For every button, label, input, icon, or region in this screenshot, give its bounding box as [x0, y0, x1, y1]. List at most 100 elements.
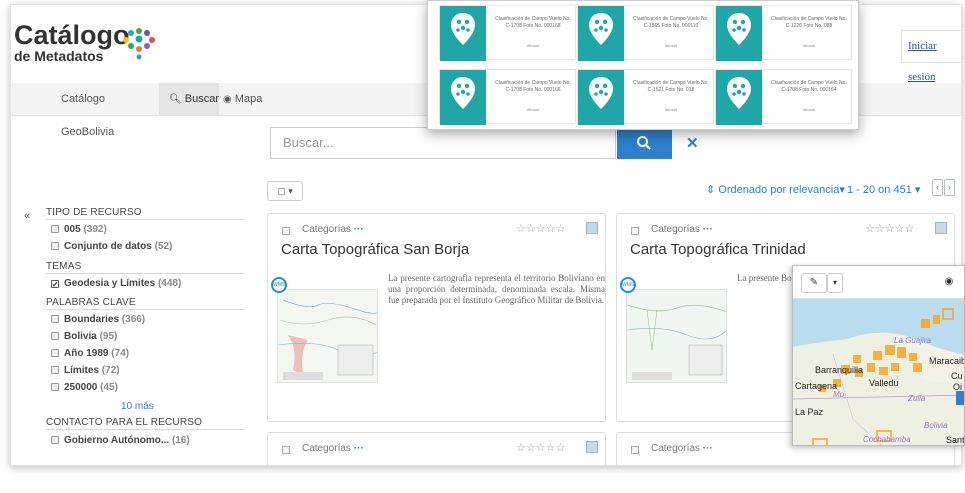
- nav-buscar[interactable]: 🔍︎ Buscar: [159, 83, 219, 116]
- facet-label: Límites: [64, 365, 100, 376]
- map-overlay[interactable]: ✎ ▾ ◉ Barranquilla Cartagena La Guajira …: [792, 265, 965, 446]
- checkbox[interactable]: [51, 366, 59, 374]
- facet-item-gobierno[interactable]: Gobierno Autónomo... (16): [51, 435, 190, 446]
- thumbnail-tile[interactable]: Clasificación de Campo Vuelo No. C-1226 …: [715, 5, 852, 61]
- facet-heading-tipo: TIPO DE RECURSO: [46, 207, 142, 218]
- map-label-maracaibo: Maracaibo: [929, 356, 964, 366]
- tile-label: Almost: [526, 107, 540, 112]
- card-category[interactable]: Categorías ···: [651, 443, 713, 454]
- checkbox[interactable]: [51, 242, 59, 250]
- checkbox[interactable]: [51, 436, 59, 444]
- more-dots-icon[interactable]: ···: [354, 443, 364, 454]
- tile-title: Clasificación de Campo Vuelo No. C-1708 …: [495, 16, 571, 29]
- more-dots-icon[interactable]: ···: [354, 224, 364, 235]
- collapse-sidebar-icon[interactable]: «: [24, 210, 30, 222]
- category-label: Categorías: [302, 224, 351, 235]
- facet-count: (72): [101, 365, 120, 376]
- search-input[interactable]: Buscar...: [270, 127, 616, 159]
- card-category[interactable]: Categorías ···: [651, 224, 713, 235]
- tile-title: Clasificación de Campo Vuelo No. C-1226 …: [771, 16, 847, 29]
- login-link[interactable]: Iniciar sesión: [901, 30, 961, 83]
- card-category[interactable]: Categorías ···: [302, 224, 364, 235]
- facet-item-bolivia[interactable]: Bolivia (95): [51, 331, 117, 342]
- facet-heading-temas: TEMAS: [46, 261, 82, 272]
- map-label-bolivia: Bolivia: [924, 421, 948, 430]
- thumbnail-tile[interactable]: Clasificación de Campo Vuelo No. C-1865 …: [577, 5, 714, 61]
- nav-catalogo[interactable]: Catálogo GeoBolivia: [61, 83, 156, 138]
- card-title[interactable]: Carta Topográfica Trinidad: [630, 241, 806, 258]
- show-more-link[interactable]: 10 más: [121, 401, 154, 412]
- more-dots-icon[interactable]: ···: [703, 224, 713, 235]
- thumbnail-tile[interactable]: Clasificación de Campo Vuelo No. C-1708 …: [715, 69, 852, 125]
- checkbox-checked[interactable]: ✓: [51, 280, 59, 289]
- rating-stars[interactable]: ☆☆☆☆☆: [865, 222, 914, 235]
- topo-map-image: [278, 290, 377, 382]
- prev-page-button[interactable]: ‹: [932, 179, 943, 196]
- sort-dropdown[interactable]: ⇕ Ordenado por relevancia▾: [706, 183, 845, 196]
- facet-count: (74): [111, 348, 130, 359]
- card-category[interactable]: Categorías ···: [302, 443, 364, 454]
- logo-icon[interactable]: [119, 27, 159, 61]
- map-label-valledupar: Valledu: [869, 378, 899, 388]
- category-label: Categorías: [651, 224, 700, 235]
- thumbnail-icon[interactable]: [586, 441, 598, 453]
- result-card[interactable]: Categorías ··· ☆☆☆☆☆: [267, 432, 606, 465]
- search-button[interactable]: [617, 127, 672, 159]
- thumbnail-tile[interactable]: Clasificación de Campo Vuelo No. C-1708 …: [439, 5, 576, 61]
- facet-item-geodesia[interactable]: ✓ Geodesia y Límites (448): [51, 278, 181, 289]
- facet-divider: [46, 309, 244, 310]
- card-checkbox[interactable]: [631, 446, 639, 454]
- facet-divider: [46, 219, 244, 220]
- card-checkbox[interactable]: [282, 227, 290, 235]
- tile-title: Clasificación de Campo Vuelo No. C-1708 …: [771, 80, 847, 93]
- map-label-la-paz: La Paz: [795, 407, 824, 417]
- card-checkbox[interactable]: [631, 227, 639, 235]
- rating-stars[interactable]: ☆☆☆☆☆: [516, 222, 565, 235]
- nav-mapa[interactable]: ◉ Mapa: [223, 83, 283, 116]
- card-map-thumbnail[interactable]: [277, 289, 378, 383]
- clear-search-icon[interactable]: ✕: [686, 134, 699, 152]
- globe-icon[interactable]: ◉: [939, 273, 959, 293]
- search-icon: [637, 136, 651, 150]
- more-dots-icon[interactable]: ···: [703, 443, 713, 454]
- tile-label: Almost: [802, 107, 816, 112]
- category-label: Categorías: [651, 443, 700, 454]
- facet-item-boundaries[interactable]: Boundaries (366): [51, 314, 145, 325]
- facet-item-250000[interactable]: 250000 (45): [51, 382, 118, 393]
- rating-stars[interactable]: ☆☆☆☆☆: [516, 441, 565, 454]
- checkbox[interactable]: [51, 225, 59, 233]
- card-title[interactable]: Carta Topográfica San Borja: [281, 241, 469, 258]
- pagination-dropdown[interactable]: 1 - 20 on 451 ▾: [847, 183, 920, 196]
- wms-badge: WMS: [271, 277, 287, 293]
- checkbox[interactable]: [51, 332, 59, 340]
- thumbnail-icon[interactable]: [586, 222, 598, 234]
- facet-label: 005: [64, 224, 81, 235]
- tile-title: Clasificación de Campo Vuelo No. C-1521 …: [633, 80, 709, 93]
- thumbnail-tile[interactable]: Clasificación de Campo Vuelo No. C-1708 …: [439, 69, 576, 125]
- facet-item-limites[interactable]: Límites (72): [51, 365, 120, 376]
- checkbox[interactable]: [51, 349, 59, 357]
- dropdown-caret-icon[interactable]: ▾: [827, 273, 843, 293]
- logo-title[interactable]: Catálogo: [14, 22, 130, 49]
- card-map-thumbnail[interactable]: [626, 289, 727, 383]
- facet-item-ano-1989[interactable]: Año 1989 (74): [51, 348, 129, 359]
- facet-item-conjunto[interactable]: Conjunto de datos (52): [51, 241, 172, 252]
- next-page-button[interactable]: ›: [944, 179, 955, 196]
- map-pin-icon: [589, 77, 613, 109]
- map-label-oi: Oi: [953, 382, 962, 392]
- logo-subtitle[interactable]: de Metadatos: [14, 48, 103, 64]
- facet-count: (45): [100, 382, 118, 393]
- facet-item-005[interactable]: 005 (392): [51, 224, 107, 235]
- globe-icon: ◉: [223, 94, 232, 105]
- checkbox[interactable]: [51, 315, 59, 323]
- card-checkbox[interactable]: [282, 446, 290, 454]
- thumbnail-icon[interactable]: [935, 222, 947, 234]
- checkbox[interactable]: [51, 383, 59, 391]
- map-label-cochabamba: Cochabamba: [863, 435, 911, 444]
- select-all-dropdown[interactable]: ▢ ▾: [267, 181, 303, 201]
- map-label-la-guajira: La Guajira: [894, 336, 931, 345]
- map-label-cu: Cu: [951, 371, 963, 381]
- pencil-icon[interactable]: ✎: [801, 273, 827, 293]
- result-card[interactable]: Categorías ··· ☆☆☆☆☆ Carta Topográfica S…: [267, 213, 606, 422]
- thumbnail-tile[interactable]: Clasificación de Campo Vuelo No. C-1521 …: [577, 69, 714, 125]
